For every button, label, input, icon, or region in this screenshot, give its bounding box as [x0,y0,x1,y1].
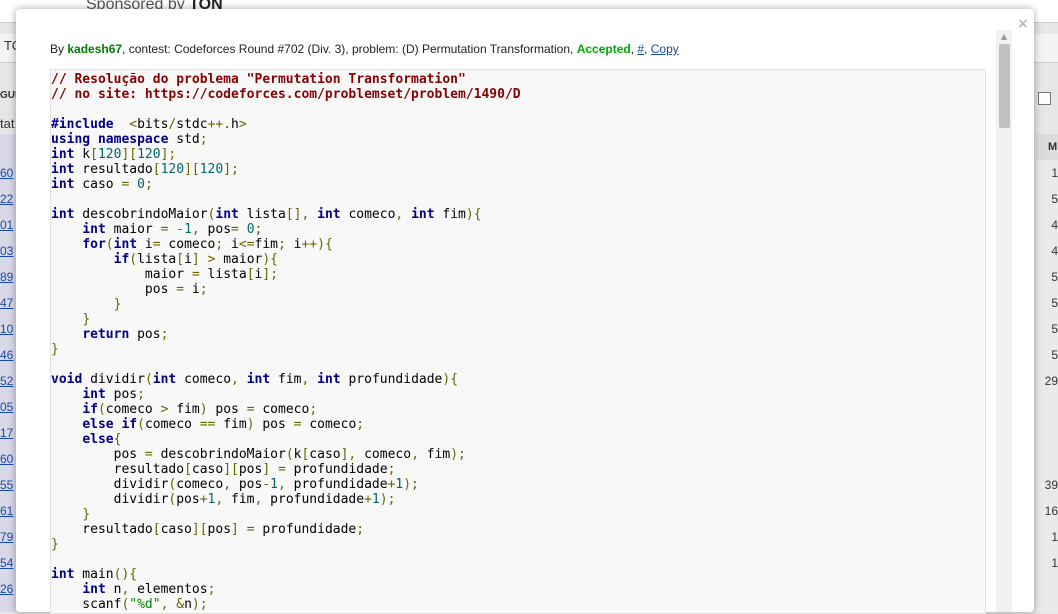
background-id-link[interactable]: 03 [0,242,16,268]
code-line: using namespace std; [51,132,208,147]
code-line: int descobrindoMaior(int lista[], int co… [51,207,482,222]
background-id-link[interactable]: 22 [0,190,16,216]
code-line: // no site: https://codeforces.com/probl… [51,87,521,102]
background-value: 29 [1044,374,1058,388]
code-line: } [51,342,59,357]
author-link[interactable]: kadesh67 [67,42,122,56]
separator: , [644,42,651,56]
background-id-link[interactable]: 54 [0,554,16,580]
code-line: // Resolução do problema "Permutation Tr… [51,72,466,87]
code-line: } [113,297,122,312]
copy-link[interactable]: Copy [651,42,679,56]
background-stat-fragment: tat [0,116,15,131]
code-line: scanf("%d", &n); [51,597,208,612]
background-value: 1 [1051,556,1058,570]
close-icon[interactable]: × [1017,16,1029,32]
code-line: resultado[caso][pos] = profundidade; [51,522,365,537]
background-value: 1 [1051,166,1058,180]
background-id-link[interactable]: 05 [0,398,16,424]
code-line: else{ [82,432,122,447]
code-line: } [51,537,59,552]
code-line: void dividir(int comeco, int fim, int pr… [51,372,459,387]
background-value [1036,580,1058,606]
background-id-link[interactable]: 01 [0,216,16,242]
code-viewer[interactable]: // Resolução do problema "Permutation Tr… [50,69,986,614]
background-value: 39 [1044,478,1058,492]
code-line: int n, elementos; [82,582,216,597]
verdict-status: Accepted [576,42,631,56]
code-line: pos = i; [51,282,208,297]
background-value: 4 [1051,218,1058,232]
background-right-values: 1 5 4 4 5 5 5 5 29 39 16 1 1 [1036,164,1058,606]
code-line: } [82,312,91,327]
background-value [1036,398,1058,424]
code-line: maior = lista[i]; [51,267,278,282]
code-line: int pos; [82,387,145,402]
code-line: else if(comeco == fim) pos = comeco; [82,417,365,432]
background-value: 5 [1051,348,1058,362]
code-line: resultado[caso][pos] = profundidade; [51,462,396,477]
background-id-link[interactable]: 52 [0,372,16,398]
code-line: #include <bits/stdc++.h> [51,117,247,132]
background-value [1036,450,1058,476]
code-line: int k[120][120]; [51,147,177,162]
background-id-link[interactable]: 47 [0,294,16,320]
by-label: By [50,42,68,56]
source-code: // Resolução do problema "Permutation Tr… [51,70,985,612]
background-value: 4 [1051,244,1058,258]
code-line: } [82,507,91,522]
code-line: return pos; [82,327,169,342]
background-id-link[interactable]: 10 [0,320,16,346]
code-line: int maior = -1, pos= 0; [82,222,263,237]
code-line: if(lista[i] > maior){ [113,252,279,267]
submission-meta: By kadesh67, contest: Codeforces Round #… [50,42,679,56]
background-id-link[interactable]: 46 [0,346,16,372]
background-value: 5 [1051,192,1058,206]
code-line: dividir(comeco, pos-1, profundidade+1); [51,477,419,492]
background-id-link[interactable]: 60 [0,164,16,190]
contest-info: , contest: Codeforces Round #702 (Div. 3… [122,42,577,56]
code-line: int main(){ [51,567,138,582]
code-line: if(comeco > fim) pos = comeco; [82,402,318,417]
code-line: int caso = 0; [51,177,153,192]
code-line: int resultado[120][120]; [51,162,239,177]
background-id-link[interactable]: 79 [0,528,16,554]
background-id-link[interactable]: 55 [0,476,16,502]
background-id-link[interactable]: 26 [0,580,16,606]
code-line: dividir(pos+1, fim, profundidade+1); [51,492,396,507]
background-value: 1 [1051,530,1058,544]
background-checkbox[interactable] [1038,92,1051,105]
code-line: for(int i= comeco; i<=fim; i++){ [82,237,333,252]
background-id-link[interactable]: 89 [0,268,16,294]
background-id-link[interactable]: 17 [0,424,16,450]
scrollbar-thumb[interactable] [999,44,1010,128]
background-value [1036,424,1058,450]
background-value: 16 [1044,504,1058,518]
background-left-ids: 60 22 01 03 89 47 10 46 52 05 17 60 55 61 79 54 26 [0,164,16,606]
code-line: pos = descobrindoMaior(k[caso], comeco, … [51,447,466,462]
background-value: 5 [1051,270,1058,284]
background-right-header: M [1036,134,1058,160]
background-value: 5 [1051,296,1058,310]
scroll-up-arrow-icon[interactable]: ▲ [996,30,1012,44]
background-id-link[interactable]: 61 [0,502,16,528]
background-id-link[interactable]: 60 [0,450,16,476]
background-value: 5 [1051,322,1058,336]
